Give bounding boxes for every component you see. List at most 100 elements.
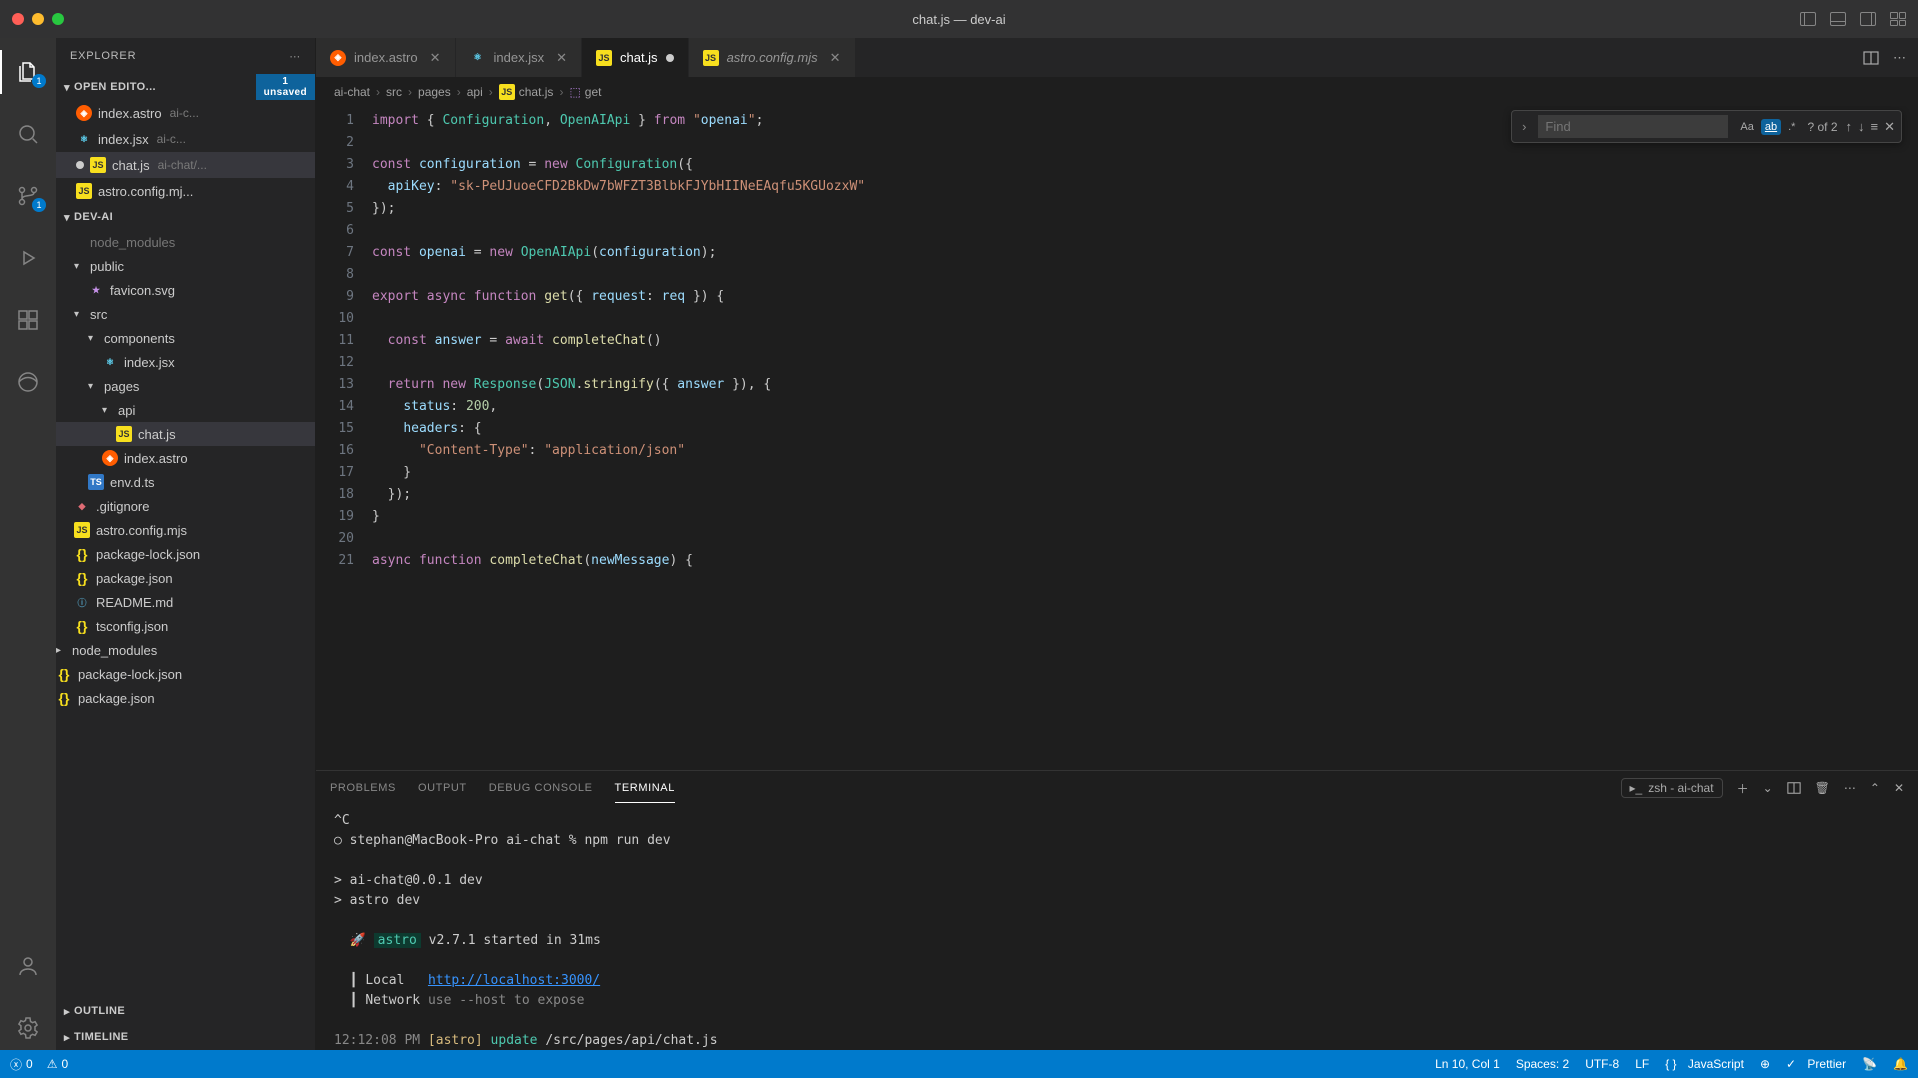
more-actions-icon[interactable]: ⋯ <box>1893 50 1906 66</box>
panel-tab-output[interactable]: OUTPUT <box>418 774 467 802</box>
open-editors-header[interactable]: ▾ OPEN EDITO... 1 unsaved <box>56 74 315 100</box>
close-tab-icon[interactable]: ✕ <box>430 50 441 66</box>
json-icon: {} <box>74 570 90 586</box>
open-editor-item[interactable]: JS astro.config.mj... <box>56 178 315 204</box>
activity-extensions[interactable] <box>0 298 56 342</box>
open-editor-item[interactable]: ⚛ index.jsx ai-c... <box>56 126 315 152</box>
editor-tab[interactable]: ◈index.astro✕ <box>316 38 456 77</box>
status-warnings[interactable]: ⚠0 <box>47 1057 68 1071</box>
status-bell-icon[interactable]: 🔔 <box>1893 1057 1908 1071</box>
file-item[interactable]: ⓘREADME.md <box>56 590 315 614</box>
find-regex[interactable]: .* <box>1784 119 1799 135</box>
kill-terminal-icon[interactable]: 🗑 <box>1815 781 1830 795</box>
file-item[interactable]: TSenv.d.ts <box>56 470 315 494</box>
folder-item[interactable]: ▸node_modules <box>56 638 315 662</box>
status-eol[interactable]: LF <box>1635 1057 1649 1071</box>
code-content[interactable]: import { Configuration, OpenAIApi } from… <box>372 106 1918 770</box>
timeline-header[interactable]: ▸ TIMELINE <box>56 1024 315 1050</box>
open-editor-item[interactable]: JS chat.js ai-chat/... <box>56 152 315 178</box>
find-toggle-replace-icon[interactable]: › <box>1518 117 1530 136</box>
status-copilot-icon[interactable]: ⊕ <box>1760 1057 1770 1071</box>
activity-explorer[interactable]: 1 <box>0 50 56 94</box>
find-prev-icon[interactable]: ↑ <box>1846 119 1853 135</box>
activity-source-control[interactable]: 1 <box>0 174 56 218</box>
find-selection-icon[interactable]: ≡ <box>1871 119 1879 135</box>
close-panel-icon[interactable]: ✕ <box>1894 781 1904 795</box>
status-feedback-icon[interactable]: 📡 <box>1862 1057 1877 1071</box>
editor-area: ◈index.astro✕⚛index.jsx✕JSchat.jsJSastro… <box>316 38 1918 1050</box>
find-match-case[interactable]: Aa <box>1736 119 1757 135</box>
file-item[interactable]: {}tsconfig.json <box>56 614 315 638</box>
editor-tab[interactable]: ⚛index.jsx✕ <box>456 38 582 77</box>
file-item[interactable]: {}package.json <box>56 566 315 590</box>
file-item[interactable]: {}package-lock.json <box>56 542 315 566</box>
find-input[interactable] <box>1538 115 1728 138</box>
folder-item[interactable]: ▾components <box>56 326 315 350</box>
statusbar: ⓧ0 ⚠0 Ln 10, Col 1 Spaces: 2 UTF-8 LF { … <box>0 1050 1918 1078</box>
find-next-icon[interactable]: ↓ <box>1858 119 1865 135</box>
file-item[interactable]: ⚛index.jsx <box>56 350 315 374</box>
file-item[interactable]: ★favicon.svg <box>56 278 315 302</box>
close-window-button[interactable] <box>12 13 24 25</box>
react-icon: ⚛ <box>102 354 118 370</box>
warning-icon: ⚠ <box>47 1057 58 1071</box>
status-spaces[interactable]: Spaces: 2 <box>1516 1057 1569 1071</box>
open-editor-item[interactable]: ◈ index.astro ai-c... <box>56 100 315 126</box>
panel-tab-terminal[interactable]: TERMINAL <box>615 774 675 803</box>
activity-account[interactable] <box>0 944 56 988</box>
status-cursor[interactable]: Ln 10, Col 1 <box>1435 1057 1500 1071</box>
split-editor-icon[interactable] <box>1863 50 1879 66</box>
new-terminal-icon[interactable]: ＋ <box>1737 780 1749 797</box>
json-icon: {} <box>56 666 72 682</box>
activity-search[interactable] <box>0 112 56 156</box>
folder-item[interactable]: ▾src <box>56 302 315 326</box>
file-item[interactable]: {}package-lock.json <box>56 662 315 686</box>
file-item[interactable]: ◆.gitignore <box>56 494 315 518</box>
find-whole-word[interactable]: ab <box>1761 119 1781 135</box>
close-tab-icon[interactable]: ✕ <box>556 50 567 66</box>
file-item[interactable]: JSchat.js <box>56 422 315 446</box>
file-item[interactable]: JSastro.config.mjs <box>56 518 315 542</box>
toggle-primary-sidebar-icon[interactable] <box>1800 12 1816 26</box>
find-close-icon[interactable]: ✕ <box>1884 119 1895 135</box>
explorer-more-icon[interactable]: ⋯ <box>289 50 301 63</box>
terminal-icon: ▸_ <box>1630 781 1643 795</box>
panel-more-icon[interactable]: ⋯ <box>1844 781 1856 795</box>
breadcrumb[interactable]: ai-chat› src› pages› api› JS chat.js› ⬚ … <box>316 78 1918 106</box>
status-language[interactable]: { } JavaScript <box>1665 1057 1744 1071</box>
terminal-profile[interactable]: ▸_ zsh - ai-chat <box>1621 778 1723 798</box>
folder-item[interactable]: ▾pages <box>56 374 315 398</box>
folder-item[interactable]: node_modules <box>56 230 315 254</box>
explorer-header: EXPLORER ⋯ <box>56 38 315 74</box>
activity-edge[interactable] <box>0 360 56 404</box>
customize-layout-icon[interactable] <box>1890 12 1906 26</box>
status-encoding[interactable]: UTF-8 <box>1585 1057 1619 1071</box>
close-tab-icon[interactable]: ✕ <box>830 50 841 66</box>
maximize-panel-icon[interactable]: ⌃ <box>1870 781 1880 795</box>
activity-settings[interactable] <box>0 1006 56 1050</box>
folder-item[interactable]: ▾api <box>56 398 315 422</box>
file-item[interactable]: {}package.json <box>56 686 315 710</box>
maximize-window-button[interactable] <box>52 13 64 25</box>
braces-icon: { } <box>1665 1057 1676 1071</box>
editor-tab[interactable]: JSastro.config.mjs✕ <box>689 38 856 77</box>
outline-header[interactable]: ▸ OUTLINE <box>56 998 315 1024</box>
status-prettier[interactable]: ✓ Prettier <box>1786 1057 1846 1071</box>
panel-tab-debug[interactable]: DEBUG CONSOLE <box>489 774 593 802</box>
window-title: chat.js — dev-ai <box>912 12 1005 27</box>
toggle-secondary-sidebar-icon[interactable] <box>1860 12 1876 26</box>
split-terminal-icon[interactable] <box>1787 781 1801 795</box>
code-editor[interactable]: 123456789101112131415161718192021 import… <box>316 106 1918 770</box>
status-errors[interactable]: ⓧ0 <box>10 1056 33 1073</box>
minimize-window-button[interactable] <box>32 13 44 25</box>
file-item[interactable]: ◈index.astro <box>56 446 315 470</box>
panel-tab-problems[interactable]: PROBLEMS <box>330 774 396 802</box>
toggle-panel-icon[interactable] <box>1830 12 1846 26</box>
check-icon: ✓ <box>1786 1057 1796 1071</box>
activity-run-debug[interactable] <box>0 236 56 280</box>
project-header[interactable]: ▾ DEV-AI <box>56 204 315 230</box>
editor-tab[interactable]: JSchat.js <box>582 38 689 77</box>
terminal[interactable]: ^C ○ stephan@MacBook-Pro ai-chat % npm r… <box>316 805 1918 1050</box>
folder-item[interactable]: ▾public <box>56 254 315 278</box>
terminal-dropdown-icon[interactable]: ⌄ <box>1763 781 1773 795</box>
